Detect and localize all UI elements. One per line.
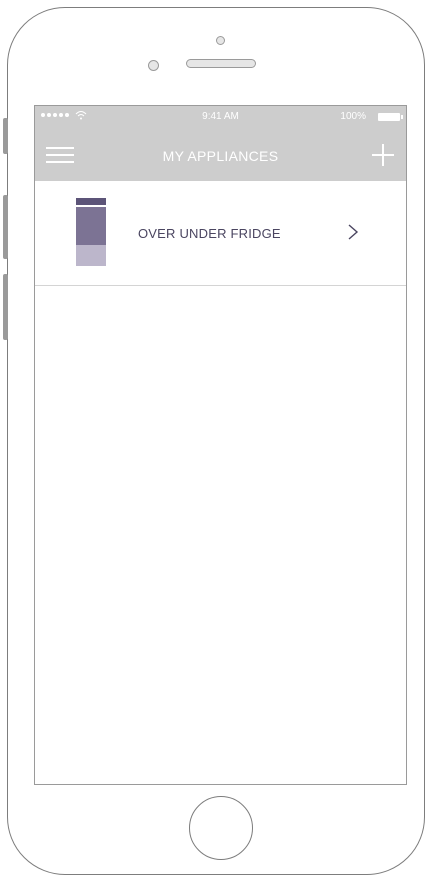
- volume-up-button: [3, 195, 8, 259]
- home-button[interactable]: [189, 796, 253, 860]
- front-camera: [148, 60, 159, 71]
- page-title: MY APPLIANCES: [162, 148, 279, 164]
- screen: 9:41 AM 100% MY APPLIANCES OVER UNDER FR…: [34, 105, 407, 785]
- appliance-list: OVER UNDER FRIDGE: [35, 181, 406, 286]
- appliance-row-over-under-fridge[interactable]: OVER UNDER FRIDGE: [35, 181, 406, 286]
- fridge-icon: [76, 198, 106, 266]
- mute-switch: [3, 118, 8, 154]
- header: 9:41 AM 100% MY APPLIANCES: [35, 106, 406, 181]
- navbar: MY APPLIANCES: [35, 130, 406, 181]
- plus-icon[interactable]: [372, 144, 394, 166]
- proximity-sensor: [216, 36, 225, 45]
- chevron-right-icon: [348, 224, 359, 240]
- battery-percent: 100%: [340, 111, 366, 122]
- status-bar: 9:41 AM 100%: [35, 106, 406, 130]
- volume-down-button: [3, 274, 8, 340]
- appliance-label: OVER UNDER FRIDGE: [138, 226, 281, 241]
- earpiece-speaker: [186, 59, 256, 68]
- battery-icon: [378, 113, 403, 121]
